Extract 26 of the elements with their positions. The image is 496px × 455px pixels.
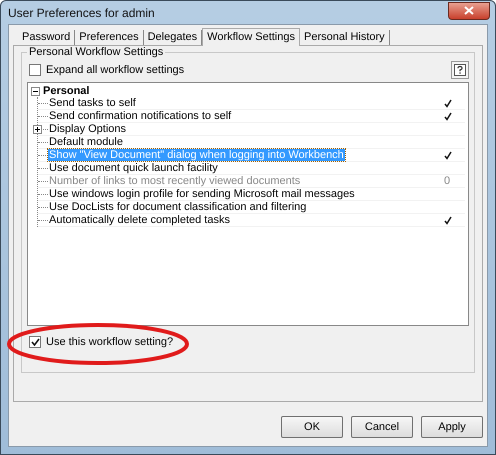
tab[interactable]: Workflow Settings bbox=[202, 28, 300, 46]
setting-value: 0 bbox=[444, 175, 450, 187]
tree-item[interactable]: Send confirmation notifications to self bbox=[48, 110, 437, 122]
group-title: Personal Workflow Settings bbox=[27, 46, 166, 58]
tree-root-label[interactable]: Personal bbox=[43, 85, 90, 97]
tree-item[interactable]: Use document quick launch facility bbox=[48, 162, 437, 174]
tree-item[interactable]: Default module bbox=[48, 136, 437, 148]
tree-item[interactable]: Automatically delete completed tasks bbox=[48, 214, 437, 226]
checkbox-label: Expand all workflow settings bbox=[46, 64, 184, 76]
dialog-button[interactable]: OK bbox=[281, 416, 343, 438]
dialog-button[interactable]: Apply bbox=[421, 416, 483, 438]
close-button[interactable] bbox=[448, 2, 490, 20]
collapse-icon[interactable] bbox=[31, 86, 40, 96]
checkbox[interactable] bbox=[29, 336, 41, 348]
tree-item[interactable]: Use DocLists for document classification and filtering bbox=[48, 201, 437, 213]
close-icon bbox=[464, 6, 474, 15]
tree-item[interactable]: Display Options bbox=[48, 123, 437, 135]
expand-icon[interactable] bbox=[33, 124, 42, 134]
help-icon bbox=[454, 64, 466, 76]
checkbox-label: Use this workflow setting? bbox=[46, 336, 174, 348]
checkbox[interactable] bbox=[29, 64, 41, 76]
tree-item[interactable]: Use windows login profile for sending Microsoft mail messages bbox=[48, 188, 437, 200]
window-title: User Preferences for admin bbox=[8, 6, 155, 20]
help-button[interactable] bbox=[451, 61, 469, 79]
dialog-button[interactable]: Cancel bbox=[351, 416, 413, 438]
tree-item[interactable]: Send tasks to self bbox=[48, 97, 437, 109]
